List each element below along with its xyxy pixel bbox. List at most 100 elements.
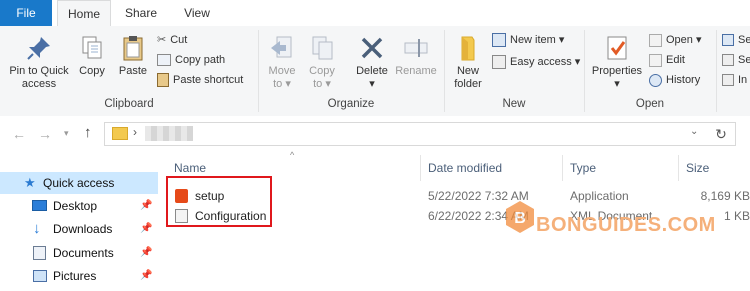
open-icon [649,33,662,47]
select-none-button[interactable]: Se [722,52,750,68]
copy-to-label-line2: to ▾ [313,78,331,90]
easy-access-icon [492,55,506,70]
paste-label: Paste [118,65,148,77]
column-divider[interactable] [562,155,563,181]
copy-label: Copy [79,65,105,77]
pin-icon[interactable]: 📌 [140,265,152,287]
column-divider[interactable] [420,155,421,181]
pin-label-line1: Pin to Quick [9,65,69,77]
invert-selection-icon [722,74,734,87]
up-arrow-icon[interactable]: ↑ [84,124,92,141]
column-header-name[interactable]: Name [174,158,206,178]
sidebar-item-desktop[interactable]: Desktop 📌 [0,195,158,217]
pin-icon[interactable]: 📌 [140,195,152,217]
pin-icon[interactable]: 📌 [140,218,152,240]
file-size: 8,169 KB [700,189,750,203]
breadcrumb-chevron-icon[interactable]: › [133,125,137,139]
delete-button[interactable]: Delete ▾ [352,34,392,91]
copy-path-label: Copy path [175,54,226,66]
new-item-label: New item [510,34,556,46]
pin-icon [25,34,53,62]
forward-arrow-icon[interactable]: → [38,126,52,142]
new-item-button[interactable]: New item ▾ [492,32,564,48]
rename-button[interactable]: Rename [394,34,438,78]
move-to-label-line1: Move [268,65,296,77]
folder-icon [112,127,128,140]
column-divider[interactable] [678,155,679,181]
properties-button[interactable]: Properties ▾ [590,34,644,91]
paste-shortcut-label: Paste shortcut [173,74,244,86]
history-icon [649,73,662,87]
properties-label: Properties [591,65,643,77]
tab-file[interactable]: File [0,0,52,26]
delete-x-icon [358,34,386,62]
open-label: Open [666,34,693,46]
move-to-label-line2: to ▾ [273,78,291,90]
delete-label: Delete [356,65,388,77]
history-button[interactable]: History [649,72,700,88]
sort-up-icon: ^ [290,150,295,160]
copy-path-button[interactable]: Copy path [157,52,225,68]
back-arrow-icon[interactable]: ← [12,126,26,142]
copy-to-icon [308,34,336,62]
cut-button[interactable]: ✂ Cut [157,32,187,48]
file-type: Application [570,189,629,203]
properties-dropdown-arrow[interactable]: ▾ [590,78,644,91]
edit-button[interactable]: Edit [649,52,685,68]
tab-share[interactable]: Share [118,0,164,26]
refresh-button[interactable]: ↻ [707,122,736,146]
recent-locations-chevron-icon[interactable]: ▾ [64,128,69,139]
easy-access-button[interactable]: Easy access ▾ [492,54,580,70]
organize-group-label: Organize [327,98,375,110]
column-header-size[interactable]: Size [686,158,709,178]
address-dropdown-icon[interactable]: ⌄ [690,126,698,137]
ribbon: Pin to Quick access Copy Paste ✂ Cut Copy… [0,26,750,117]
new-item-icon [492,33,506,48]
group-divider [716,30,717,112]
sidebar-item-quick-access[interactable]: ★ Quick access [0,172,158,194]
column-header-date-modified[interactable]: Date modified [428,158,502,178]
move-to-button[interactable]: Move to ▾ [264,34,300,91]
paste-shortcut-button[interactable]: Paste shortcut [157,72,243,88]
documents-icon [33,246,46,260]
watermark-logo-icon: B [506,201,534,233]
pictures-icon [33,270,47,282]
star-icon: ★ [24,175,36,190]
new-folder-button[interactable]: New folder [448,34,488,91]
copy-to-button[interactable]: Copy to ▾ [304,34,340,91]
highlight-annotation [166,176,272,227]
edit-icon [649,53,662,67]
open-group-label: Open [635,98,665,110]
new-group-label: New [502,98,526,110]
pin-icon[interactable]: 📌 [140,242,152,264]
sidebar-item-documents[interactable]: Documents 📌 [0,242,158,264]
edit-label: Edit [666,54,685,66]
blurred-path-segment[interactable] [145,126,193,141]
sidebar-item-pictures[interactable]: Pictures 📌 [0,265,158,287]
select-all-button[interactable]: Se [722,32,750,48]
tab-home[interactable]: Home [57,0,111,28]
tab-view[interactable]: View [176,0,218,26]
select-all-icon [722,34,734,47]
desktop-icon [32,200,47,211]
pin-label-line2: access [21,78,57,90]
new-folder-label-line1: New [456,65,479,77]
copy-to-label-line1: Copy [309,65,335,77]
copy-button[interactable]: Copy [76,34,108,78]
scissors-icon: ✂ [157,34,167,47]
open-button[interactable]: Open ▾ [649,32,702,48]
paste-button[interactable]: Paste [116,34,150,78]
invert-selection-button[interactable]: In [722,72,747,88]
clipboard-icon [119,34,147,62]
ribbon-tab-bar: File Home Share View [0,0,750,28]
properties-icon [603,34,631,62]
delete-dropdown-arrow[interactable]: ▾ [352,78,392,91]
select-none-icon [722,54,734,67]
column-header-type[interactable]: Type [570,158,596,178]
pin-to-quick-access-button[interactable]: Pin to Quick access [4,34,74,91]
move-to-icon [268,34,296,62]
new-folder-label-line2: folder [454,78,482,90]
sidebar-item-downloads[interactable]: ↓ Downloads 📌 [0,218,158,240]
address-bar[interactable]: › ⌄ [104,122,709,146]
folder-icon [454,34,482,62]
